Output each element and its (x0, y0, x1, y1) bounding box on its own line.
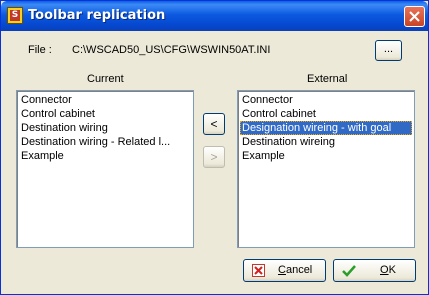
list-item-selected[interactable]: Designation wireing - with goal (240, 121, 412, 135)
list-item[interactable]: Destination wiring (19, 121, 191, 135)
current-list[interactable]: Connector Control cabinet Destination wi… (16, 90, 194, 248)
close-icon (409, 11, 420, 22)
window-title: Toolbar replication (28, 8, 166, 23)
list-item[interactable]: Control cabinet (240, 107, 412, 121)
ok-label: OK (380, 264, 396, 276)
list-item[interactable]: Connector (240, 93, 412, 107)
file-label: File : (28, 44, 52, 56)
list-item[interactable]: Example (240, 149, 412, 163)
cancel-label: Cancel (278, 264, 313, 276)
list-item[interactable]: Example (19, 149, 191, 163)
close-button[interactable] (404, 6, 425, 27)
external-list[interactable]: Connector Control cabinet Designation wi… (237, 90, 415, 248)
list-item[interactable]: Destination wireing (240, 135, 412, 149)
list-item[interactable]: Destination wiring - Related l... (19, 135, 191, 149)
wscad-s-icon: S (7, 7, 23, 24)
move-right-button[interactable]: > (203, 146, 225, 168)
ok-button[interactable]: OK (333, 259, 416, 282)
title-bar[interactable]: S Toolbar replication (1, 1, 428, 31)
current-label: Current (87, 73, 124, 85)
green-check-icon (342, 265, 356, 277)
list-item[interactable]: Control cabinet (19, 107, 191, 121)
list-item[interactable]: Connector (19, 93, 191, 107)
browse-button[interactable]: ... (375, 40, 402, 61)
file-path: C:\WSCAD50_US\CFG\WSWIN50AT.INI (72, 44, 271, 56)
move-left-button[interactable]: < (203, 113, 225, 135)
dialog-window: S Toolbar replication File : C:\WSCAD50_… (0, 0, 429, 295)
cancel-button[interactable]: Cancel (243, 259, 326, 282)
external-label: External (307, 73, 348, 85)
red-x-icon (252, 264, 265, 277)
